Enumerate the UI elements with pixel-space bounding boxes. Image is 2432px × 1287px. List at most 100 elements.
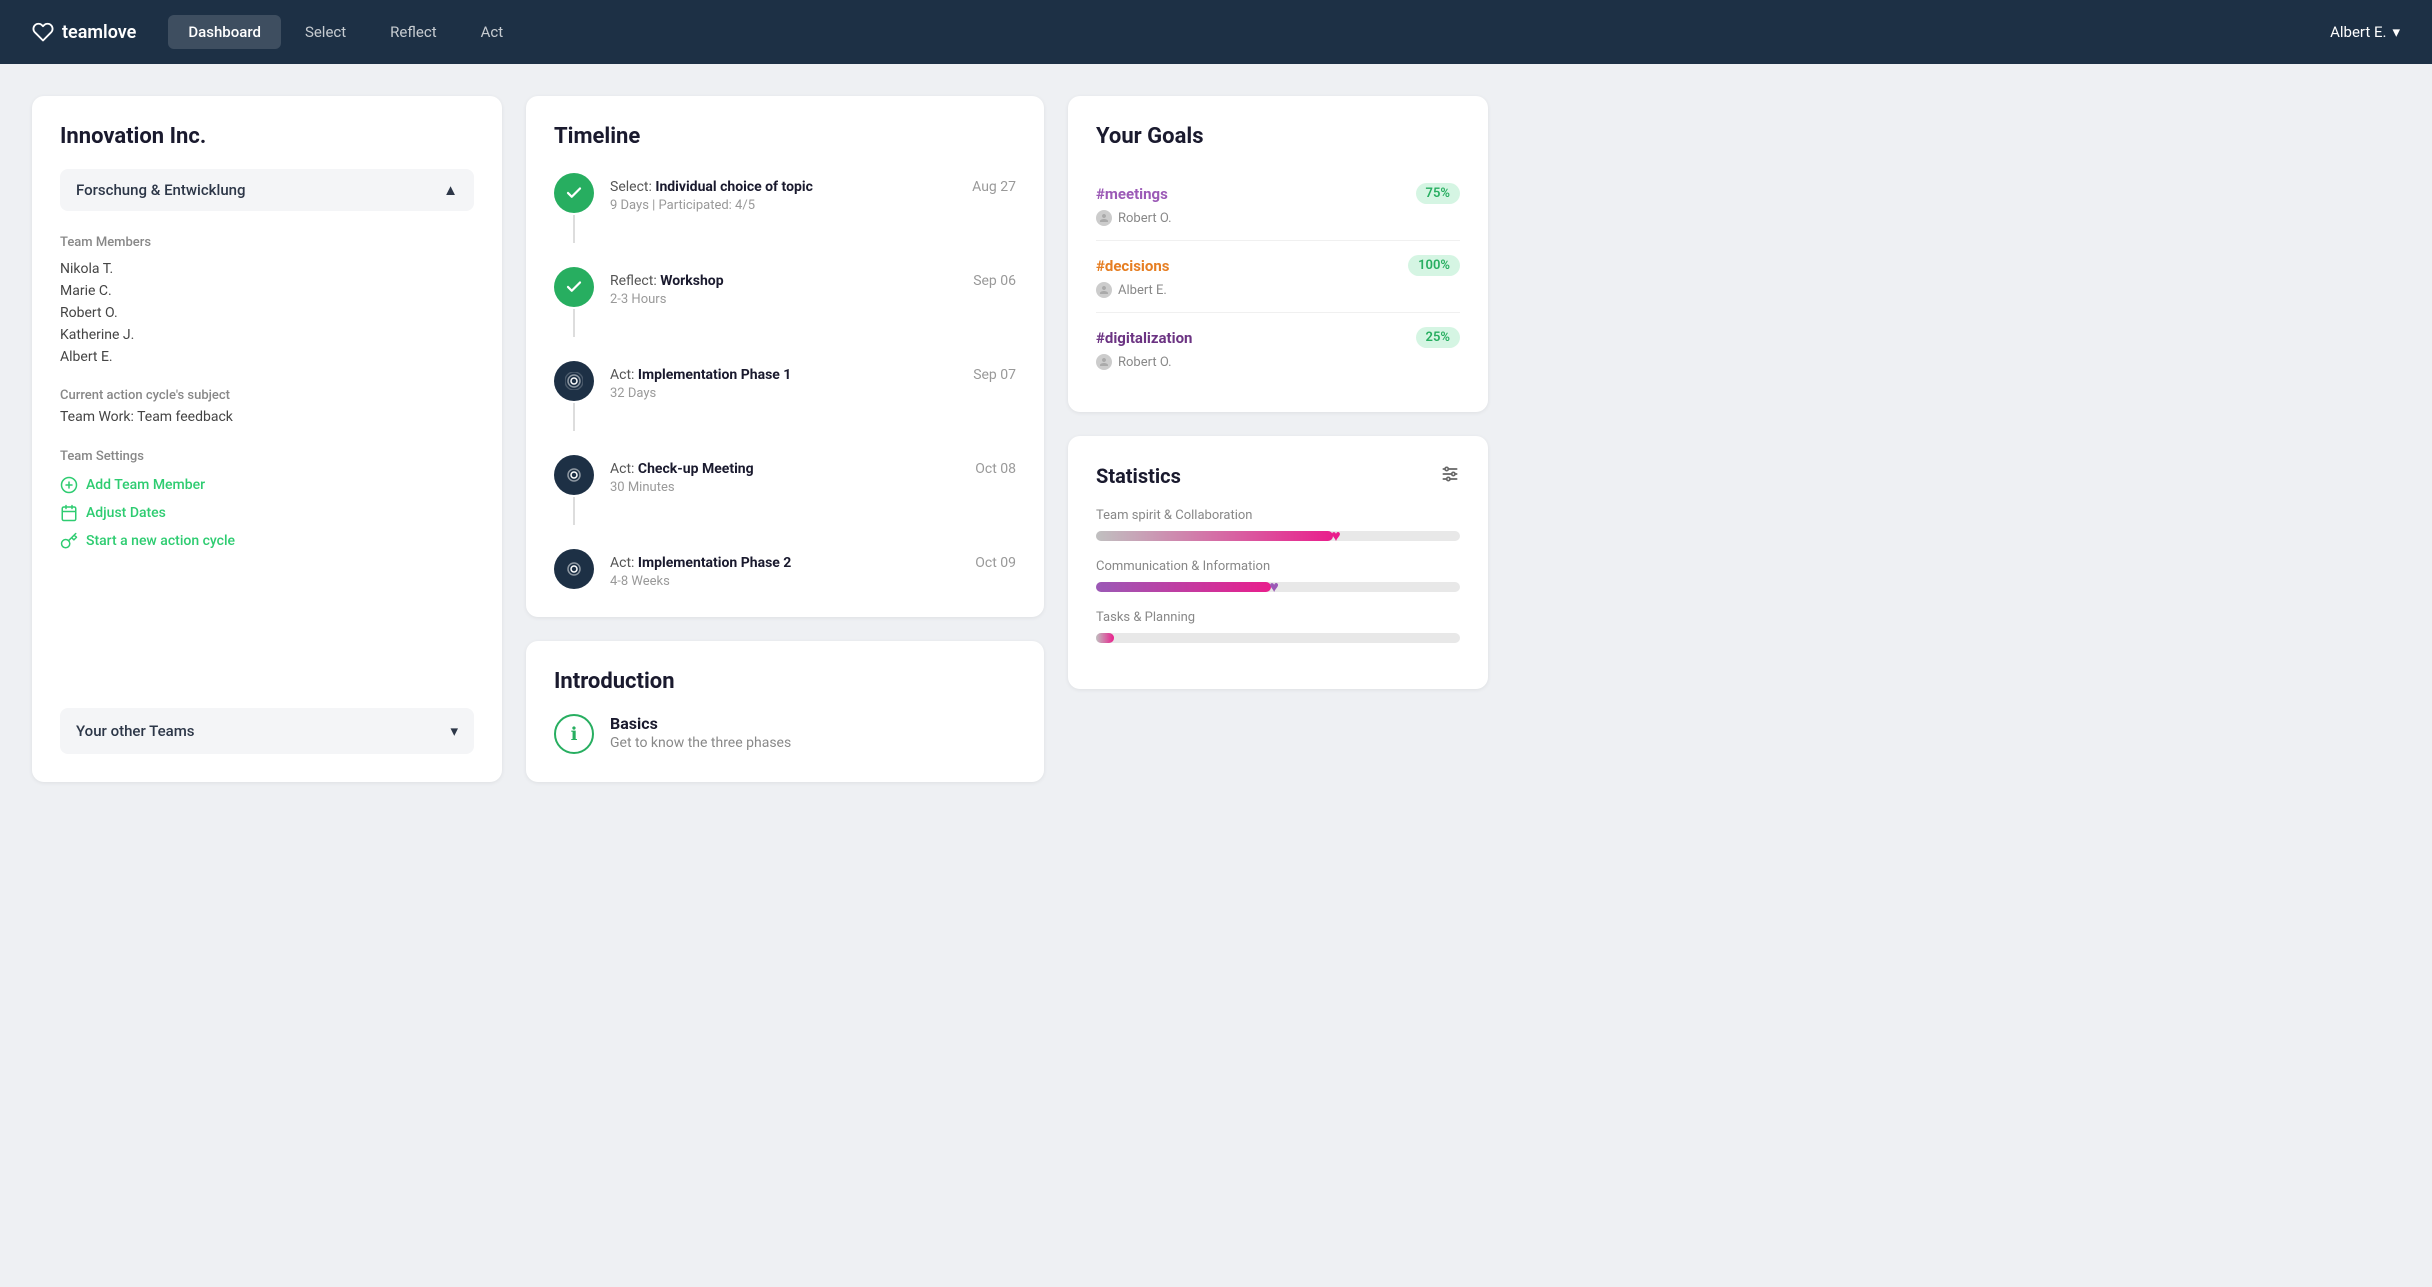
timeline-icon-check (554, 267, 594, 307)
timeline-item: Act: Check-up Meeting Oct 08 30 Minutes (554, 455, 1016, 549)
goal-badge: 25% (1416, 327, 1460, 348)
intro-item-name: Basics (610, 714, 791, 733)
timeline-label: Act: Check-up Meeting (610, 461, 754, 477)
subject-label: Current action cycle's subject (60, 388, 474, 403)
goal-item: #meetings 75% Robert O. (1096, 169, 1460, 241)
timeline-item: Act: Implementation Phase 2 Oct 09 4-8 W… (554, 549, 1016, 589)
stat-label: Tasks & Planning (1096, 610, 1460, 625)
main-content: Innovation Inc. Forschung & Entwicklung … (0, 64, 1520, 814)
timeline-date: Oct 09 (975, 555, 1016, 571)
navbar: teamlove Dashboard Select Reflect Act Al… (0, 0, 2432, 64)
timeline-sub: 32 Days (610, 386, 1016, 401)
stat-item: Communication & Information ♥ ○ (1096, 559, 1460, 592)
timeline-connector (554, 267, 594, 337)
other-teams-dropdown[interactable]: Your other Teams ▾ (60, 708, 474, 754)
timeline-icon-check (554, 173, 594, 213)
calendar-icon (60, 504, 78, 522)
stat-bar-fill (1096, 633, 1114, 643)
list-item: Nikola T. (60, 258, 474, 280)
avatar (1096, 354, 1112, 370)
timeline-connector (554, 549, 594, 589)
goal-tag: #decisions (1096, 257, 1169, 275)
stats-title: Statistics (1096, 464, 1181, 488)
list-item: Robert O. (60, 302, 474, 324)
adjust-dates-label: Adjust Dates (86, 505, 166, 521)
goal-badge: 100% (1408, 255, 1460, 276)
filter-icon[interactable] (1440, 464, 1460, 488)
introduction-card: Introduction ℹ Basics Get to know the th… (526, 641, 1044, 782)
adjust-dates-button[interactable]: Adjust Dates (60, 504, 474, 522)
goal-user: Robert O. (1096, 210, 1460, 226)
timeline-label: Act: Implementation Phase 1 (610, 367, 791, 383)
timeline-item: Reflect: Workshop Sep 06 2-3 Hours (554, 267, 1016, 361)
intro-item: ℹ Basics Get to know the three phases (554, 714, 1016, 754)
stat-label: Communication & Information (1096, 559, 1460, 574)
company-name: Innovation Inc. (60, 124, 474, 149)
app-name: teamlove (62, 22, 136, 43)
timeline-label: Act: Implementation Phase 2 (610, 555, 791, 571)
chevron-down-icon: ▾ (450, 722, 458, 740)
statistics-card: Statistics Team spirit & Collaboration (1068, 436, 1488, 689)
timeline-line (573, 215, 575, 243)
stat-item: Tasks & Planning (1096, 610, 1460, 643)
timeline-line (573, 497, 575, 525)
stat-bar-track: ♥ (1096, 531, 1460, 541)
timeline-date: Sep 07 (973, 367, 1016, 383)
stat-bar-track (1096, 633, 1460, 643)
add-circle-icon (60, 476, 78, 494)
timeline-icon-pulse (554, 549, 594, 589)
settings-label: Team Settings (60, 449, 474, 464)
list-item: Marie C. (60, 280, 474, 302)
timeline-connector (554, 361, 594, 431)
user-menu[interactable]: Albert E. ▾ (2330, 23, 2400, 41)
app-logo[interactable]: teamlove (32, 21, 136, 43)
nav-act[interactable]: Act (461, 15, 524, 49)
cycle-icon (60, 532, 78, 550)
middle-panel: Timeline Select: Individual (526, 96, 1044, 782)
goal-tag: #digitalization (1096, 329, 1192, 347)
timeline-sub: 2-3 Hours (610, 292, 1016, 307)
timeline-card: Timeline Select: Individual (526, 96, 1044, 617)
circle-marker: ○ (1104, 579, 1112, 595)
intro-item-desc: Get to know the three phases (610, 735, 791, 751)
stat-bar-fill: ♥ (1096, 582, 1271, 592)
timeline-sub: 4-8 Weeks (610, 574, 1016, 589)
team-dropdown[interactable]: Forschung & Entwicklung ▲ (60, 169, 474, 211)
settings-actions: Add Team Member Adjust Dates Start a new… (60, 476, 474, 550)
goal-item: #digitalization 25% Robert O. (1096, 313, 1460, 384)
timeline-content: Act: Check-up Meeting Oct 08 30 Minutes (610, 455, 1016, 495)
add-team-member-label: Add Team Member (86, 477, 205, 493)
goal-tag: #meetings (1096, 185, 1168, 203)
timeline: Select: Individual choice of topic Aug 2… (554, 173, 1016, 589)
nav-links: Dashboard Select Reflect Act (168, 15, 2330, 49)
new-action-cycle-button[interactable]: Start a new action cycle (60, 532, 474, 550)
nav-reflect[interactable]: Reflect (370, 15, 456, 49)
introduction-title: Introduction (554, 669, 1016, 694)
stat-item: Team spirit & Collaboration ♥ (1096, 508, 1460, 541)
intro-content: Basics Get to know the three phases (610, 714, 791, 751)
timeline-connector (554, 173, 594, 243)
timeline-content: Act: Implementation Phase 2 Oct 09 4-8 W… (610, 549, 1016, 589)
nav-select[interactable]: Select (285, 15, 366, 49)
timeline-content: Act: Implementation Phase 1 Sep 07 32 Da… (610, 361, 1016, 401)
timeline-content: Reflect: Workshop Sep 06 2-3 Hours (610, 267, 1016, 307)
chevron-up-icon: ▲ (443, 181, 458, 199)
nav-dashboard[interactable]: Dashboard (168, 15, 281, 49)
members-label: Team Members (60, 235, 474, 250)
stat-label: Team spirit & Collaboration (1096, 508, 1460, 523)
timeline-sub: 9 Days | Participated: 4/5 (610, 198, 1016, 213)
timeline-connector (554, 455, 594, 525)
goals-card: Your Goals #meetings 75% Robert O. #deci… (1068, 96, 1488, 412)
list-item: Albert E. (60, 346, 474, 368)
timeline-item: Select: Individual choice of topic Aug 2… (554, 173, 1016, 267)
goals-title: Your Goals (1096, 124, 1460, 149)
add-team-member-button[interactable]: Add Team Member (60, 476, 474, 494)
avatar (1096, 210, 1112, 226)
heart-marker: ♥ (1269, 577, 1279, 597)
heart-marker: ♥ (1331, 526, 1341, 546)
chevron-down-icon: ▾ (2392, 23, 2400, 41)
timeline-date: Aug 27 (972, 179, 1016, 195)
timeline-content: Select: Individual choice of topic Aug 2… (610, 173, 1016, 213)
timeline-date: Oct 08 (975, 461, 1016, 477)
timeline-title: Timeline (554, 124, 1016, 149)
